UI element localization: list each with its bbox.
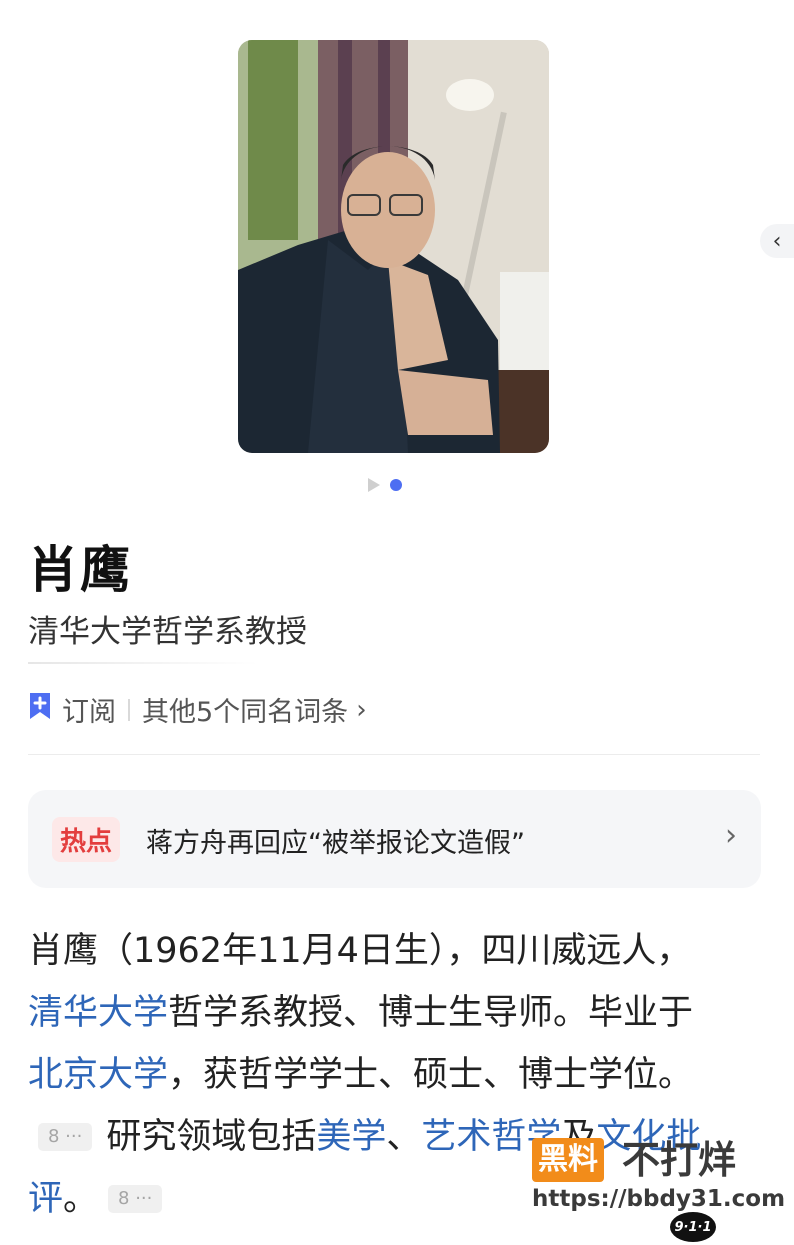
summary-text: 研究领域包括 — [106, 1117, 317, 1157]
carousel-indicator[interactable] — [368, 478, 402, 492]
chevron-right-icon[interactable]: › — [725, 818, 737, 853]
summary-text: 哲学系教授、博士生导师。毕业于 — [168, 993, 694, 1033]
link-tsinghua[interactable]: 清华大学 — [28, 993, 168, 1033]
hot-badge: 热点 — [52, 817, 121, 862]
watermark-text: 不打烊 — [622, 1138, 737, 1182]
divider — [28, 662, 258, 664]
bookmark-add-icon[interactable] — [28, 692, 52, 727]
divider — [28, 754, 760, 755]
link-pku[interactable]: 北京大学 — [28, 1055, 168, 1095]
chevron-left-icon: ‹ — [772, 228, 782, 254]
watermark-badge: 黑料 — [532, 1138, 604, 1182]
summary-text: 。 — [63, 1179, 99, 1219]
subscribe-button[interactable]: 订阅 — [62, 690, 116, 729]
summary-text: ，获哲学学士、硕士、博士学位。 — [168, 1055, 694, 1095]
active-dot[interactable] — [390, 479, 402, 491]
divider — [128, 698, 130, 721]
summary-text: 、 — [386, 1117, 422, 1157]
citation-ref[interactable]: 8 ··· — [38, 1123, 93, 1151]
video-indicator-icon[interactable] — [368, 478, 380, 492]
citation-ref[interactable]: 8 ··· — [108, 1185, 163, 1213]
chevron-right-icon[interactable]: › — [356, 695, 366, 725]
hot-topic-text[interactable]: 蒋方舟再回应“被举报论文造假” — [146, 821, 525, 860]
side-collapse-button[interactable]: ‹ — [760, 224, 794, 258]
action-row: 订阅 其他5个同名词条 › — [28, 690, 367, 729]
link-aesthetics[interactable]: 美学 — [316, 1117, 386, 1157]
page-title: 肖鹰 — [28, 541, 132, 599]
watermark-logo: 9·1·1 — [670, 1212, 716, 1242]
watermark: 黑料 不打烊 https://bbdy31.com — [532, 1138, 785, 1230]
person-photo[interactable] — [238, 40, 549, 453]
hot-topic-card[interactable]: 热点 蒋方舟再回应“被举报论文造假” › — [28, 790, 761, 888]
summary-text: 肖鹰（1962年11月4日生），四川威远人， — [28, 931, 692, 971]
same-name-entries-link[interactable]: 其他5个同名词条 — [142, 690, 348, 729]
watermark-url: https://bbdy31.com — [532, 1186, 786, 1212]
person-description: 清华大学哲学系教授 — [28, 614, 307, 650]
